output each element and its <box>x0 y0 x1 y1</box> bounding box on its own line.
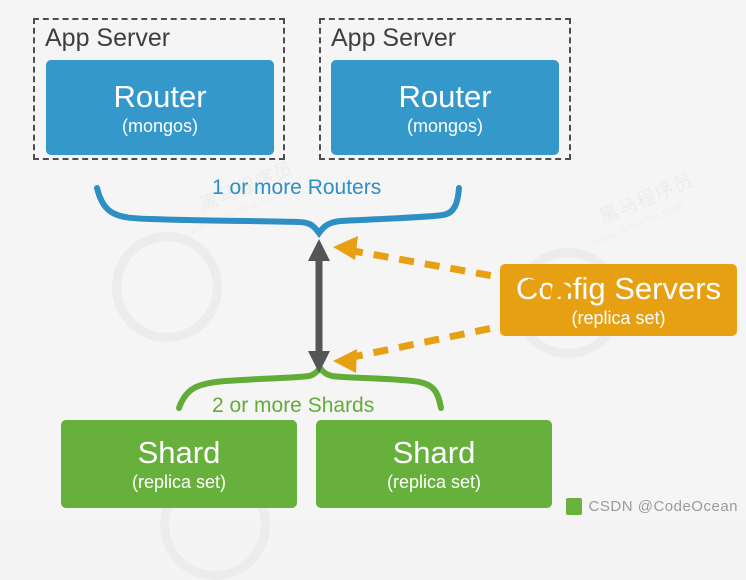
config-servers-title: Config Servers <box>515 271 722 306</box>
shard-box-1[interactable]: Shard (replica set) <box>61 420 297 508</box>
watermark-site-right: www.itheima.com <box>589 198 687 250</box>
shard-subtitle-1: (replica set) <box>131 472 227 492</box>
config-servers-box[interactable]: Config Servers (replica set) <box>500 264 737 336</box>
csdn-watermark: CSDN @CodeOcean <box>565 498 738 515</box>
shard-title-1: Shard <box>137 435 221 470</box>
router-title-2: Router <box>398 78 492 114</box>
app-server-label-2: App Server <box>331 24 457 52</box>
csdn-logo-icon <box>565 498 582 515</box>
watermark-brand-right: 黑马程序员 <box>596 170 697 229</box>
router-subtitle-2: (mongos) <box>406 115 484 136</box>
shard-box-2[interactable]: Shard (replica set) <box>316 420 552 508</box>
shard-subtitle-2: (replica set) <box>386 472 482 492</box>
csdn-attribution-text: CSDN @CodeOcean <box>588 498 738 515</box>
config-servers-subtitle: (replica set) <box>571 308 666 328</box>
diagram-canvas: 黑马程序员 www.itheima.com 黑马程序员 www.itheima.… <box>0 0 746 580</box>
shard-title-2: Shard <box>392 435 476 470</box>
app-server-label-1: App Server <box>45 24 171 52</box>
router-box-2[interactable]: Router (mongos) <box>331 60 559 155</box>
shards-brace-label: 2 or more Shards <box>212 394 375 417</box>
routers-brace-label: 1 or more Routers <box>212 176 382 199</box>
router-subtitle-1: (mongos) <box>121 115 199 136</box>
watermark-ring-left <box>112 232 222 342</box>
router-box-1[interactable]: Router (mongos) <box>46 60 274 155</box>
router-shard-vertical-arrow <box>308 239 330 373</box>
router-title-1: Router <box>113 78 207 114</box>
